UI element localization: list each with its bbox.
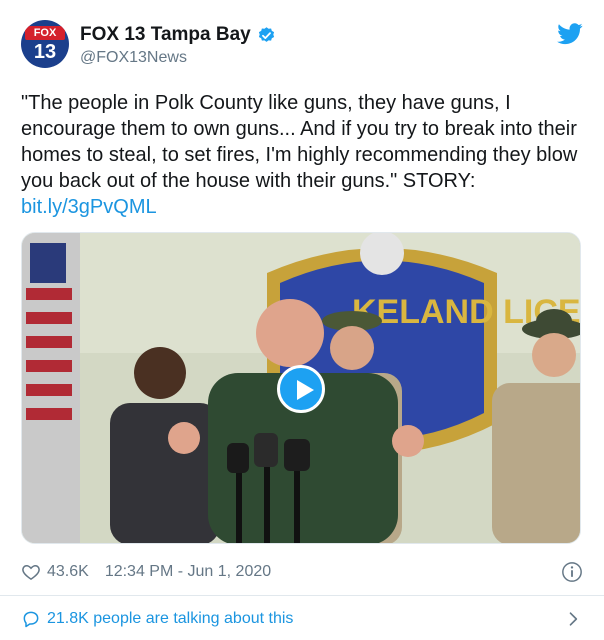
author-name-row: FOX 13 Tampa Bay: [80, 24, 276, 46]
chevron-right-icon: [569, 612, 578, 626]
tweet-meta: 43.6K 12:34 PM - Jun 1, 2020: [21, 560, 583, 584]
tweet-body: "The people in Polk County like guns, th…: [21, 92, 578, 192]
avatar[interactable]: FOX 13: [21, 20, 69, 68]
avatar-brand: FOX: [25, 26, 65, 40]
heart-icon[interactable]: [21, 562, 41, 582]
speech-bubble-icon: [23, 611, 39, 628]
conversation-link[interactable]: 21.8K people are talking about this: [21, 607, 583, 631]
like-count[interactable]: 43.6K: [47, 563, 89, 581]
conversation-text: 21.8K people are talking about this: [47, 610, 294, 627]
divider: [0, 595, 604, 596]
twitter-bird-icon[interactable]: [557, 23, 583, 45]
play-button[interactable]: [277, 365, 325, 413]
tweet-timestamp[interactable]: 12:34 PM - Jun 1, 2020: [105, 563, 271, 581]
american-flag: [22, 233, 80, 543]
verified-badge-icon: [258, 26, 274, 42]
account-handle[interactable]: @FOX13News: [80, 49, 187, 67]
microphones: [227, 433, 310, 543]
display-name[interactable]: FOX 13 Tampa Bay: [80, 24, 251, 46]
avatar-number: 13: [33, 41, 57, 63]
tweet-text: "The people in Polk County like guns, th…: [21, 90, 586, 220]
tweet-card: FOX 13 FOX 13 Tampa Bay @FOX13News "The …: [0, 0, 604, 640]
story-link[interactable]: bit.ly/3gPvQML: [21, 194, 157, 220]
info-icon[interactable]: [561, 561, 583, 583]
